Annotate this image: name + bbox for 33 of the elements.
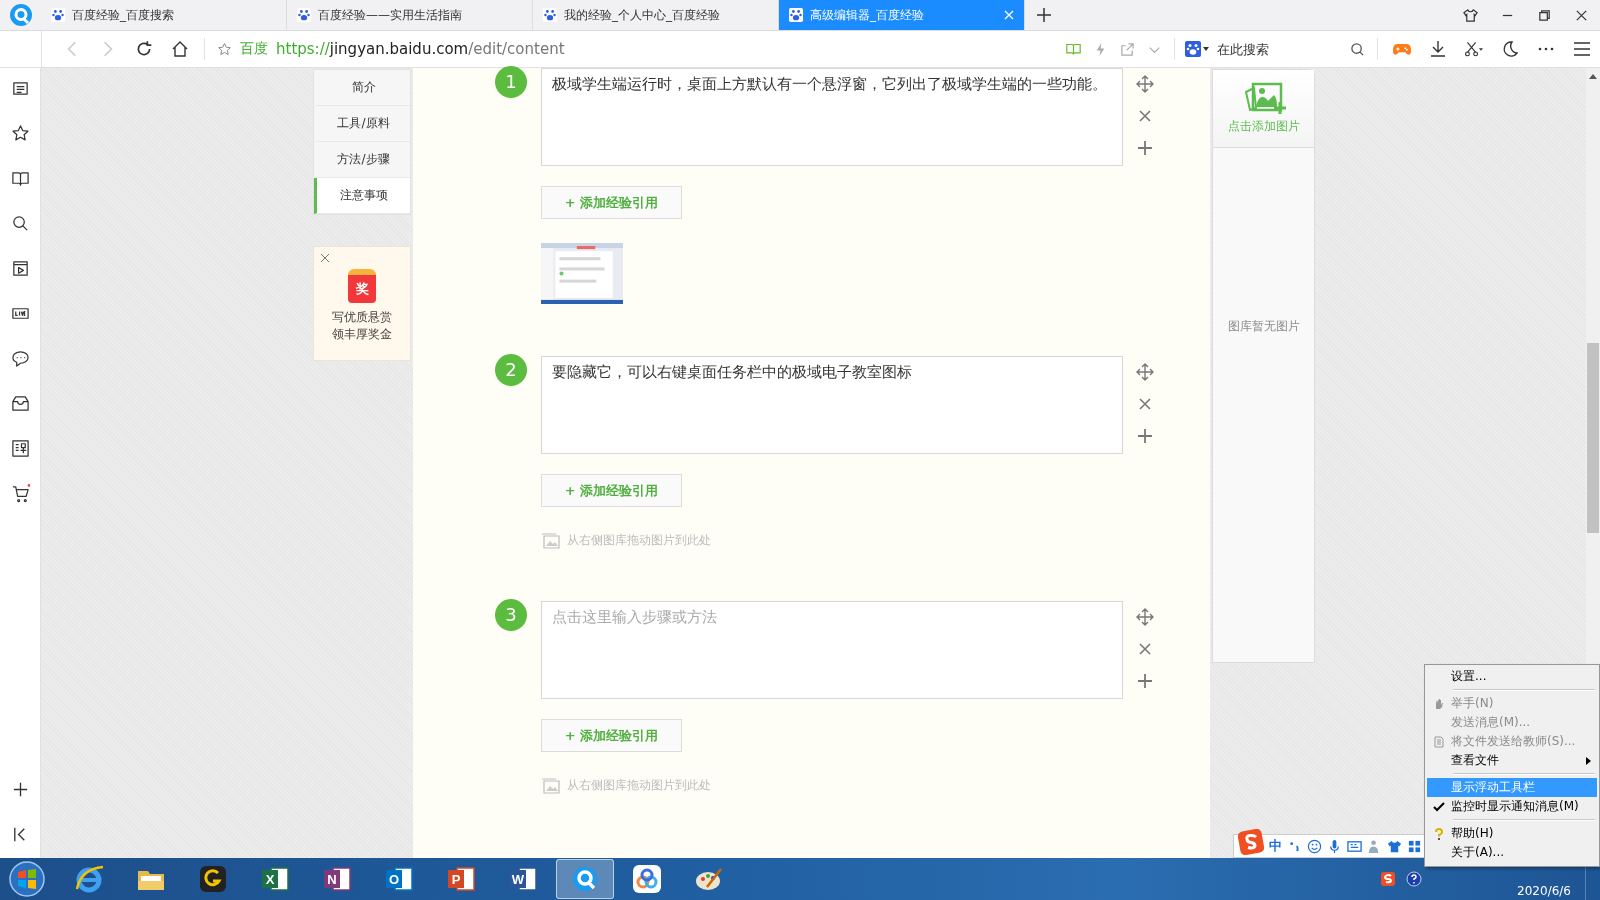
context-menu-item[interactable]: 关于(A)...	[1427, 843, 1597, 862]
input-mode-toggle[interactable]: 中	[1269, 837, 1282, 855]
browser-tab[interactable]: 百度经验_百度搜索	[41, 0, 287, 30]
taskbar-app[interactable]: X	[246, 859, 304, 899]
step-text-field[interactable]: 点击这里输入步骤或方法	[541, 601, 1123, 699]
drop-hint: 从右侧图库拖动图片到此处	[567, 777, 711, 794]
step-number: 3	[495, 599, 527, 631]
taskbar-date: 2020/6/6	[1517, 884, 1571, 898]
step-text-field[interactable]: 极域学生端运行时，桌面上方默认有一个悬浮窗，它列出了极域学生端的一些功能。	[541, 68, 1123, 166]
context-menu-item[interactable]: 设置...	[1427, 667, 1597, 686]
context-menu-item[interactable]: 监控时显示通知消息(M)	[1427, 797, 1597, 816]
taskbar-app[interactable]: N	[308, 859, 366, 899]
context-menu-item[interactable]: 查看文件	[1427, 751, 1597, 770]
section-nav-item[interactable]: 工具/原料	[314, 106, 410, 142]
step-number: 2	[495, 354, 527, 386]
browser-tab[interactable]: 百度经验——实用生活指南	[287, 0, 533, 30]
prize-envelope: 奖	[348, 269, 376, 303]
step-number: 1	[495, 66, 527, 98]
url-field[interactable]: https://jingyan.baidu.com/edit/content	[276, 40, 1060, 58]
drop-hint: 从右侧图库拖动图片到此处	[567, 532, 711, 549]
search-field[interactable]: 在此搜索	[1215, 40, 1344, 58]
promo-text: 领丰厚奖金	[332, 326, 392, 343]
section-nav-item[interactable]: 简介	[314, 70, 410, 106]
promo-card[interactable]: 奖 写优质悬赏 领丰厚奖金	[313, 246, 411, 361]
taskbar-app[interactable]: P	[432, 859, 490, 899]
empty-library-text: 图库暂无图片	[1227, 318, 1300, 335]
taskbar-app[interactable]: W	[494, 859, 552, 899]
step-text-field[interactable]: 要隐藏它，可以右键桌面任务栏中的极域电子教室图标	[541, 356, 1123, 454]
taskbar-app[interactable]: O	[370, 859, 428, 899]
site-label: 百度	[240, 40, 268, 58]
promo-text: 写优质悬赏	[332, 309, 392, 326]
section-nav-item[interactable]: 注意事项	[314, 178, 410, 214]
context-menu-item[interactable]: 帮助(H)	[1427, 824, 1597, 843]
